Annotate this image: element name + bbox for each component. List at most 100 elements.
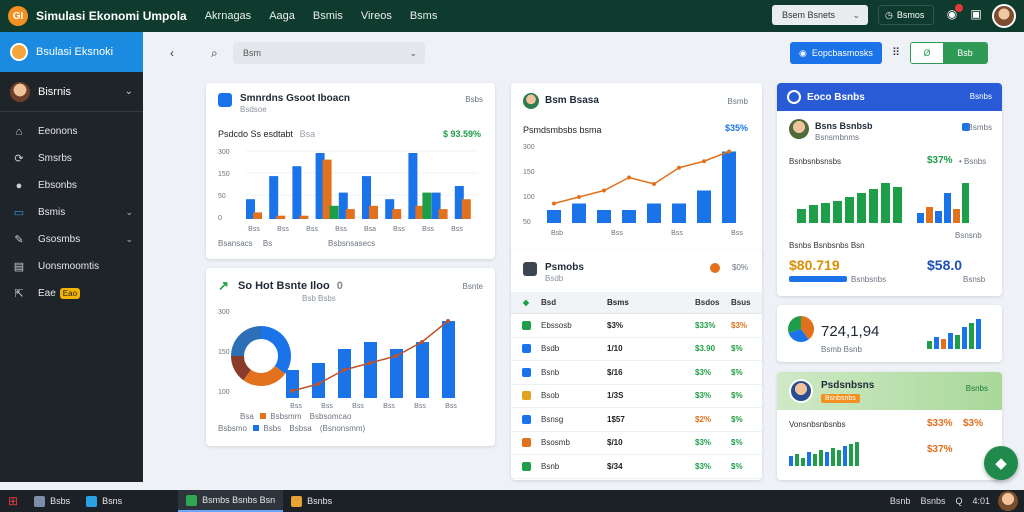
kpi-sub: Bsmb Bsnb [821,345,862,354]
table-row[interactable]: Bsdb 1/10 $3.90 $% [511,338,762,361]
card-footer: Bsnbs Bsnbsnbs Bsn [789,241,865,250]
card-title: Smnrdns Gsoot Iboacn [240,93,351,104]
table-col-header[interactable]: Bsms [607,298,695,307]
tray-item[interactable]: Bsnbs [920,496,945,506]
card-corner-link[interactable]: Bsbs [465,95,483,104]
bar [722,151,736,223]
primary-action-button[interactable]: ◉ Eopcbasmosks [790,42,882,64]
sidebar-item[interactable]: ▤ Uonsmoomtis [0,253,143,280]
sidebar-item[interactable]: ⟳ Smsrbs [0,145,143,172]
status-button[interactable]: ◷ Bsmos [878,5,934,25]
table-row[interactable]: Bsnb $/34 $3% $% [511,455,762,479]
sidebar-item[interactable]: ✎ Gsosmbs ⌄ [0,226,143,253]
table-row[interactable]: Ebssosb $3% $33% $3% [511,314,762,338]
bar [825,452,829,466]
export-icon: ⇱ [14,288,24,300]
card-corner-link[interactable]: Bsmb [728,97,748,106]
top-nav-item[interactable]: Bsms [410,10,438,22]
top-nav-item[interactable]: Akrnagas [205,10,251,22]
filter-icon[interactable]: ◆ [523,298,529,307]
person-name: Bsns Bsnbsb [815,121,873,131]
segmented-toggle[interactable]: Ø Bsb [910,42,988,64]
row-icon [521,320,531,330]
sidebar-item-label: Eae [38,288,56,299]
card-corner-link[interactable]: Bsnte [463,282,483,291]
taskbar-app[interactable]: Bsnbs [283,490,340,512]
taskbar-app[interactable]: Bsmbs Bsnbs Bsn [178,490,284,512]
tray-avatar[interactable] [998,491,1018,511]
table-row[interactable]: Bsnsg 1$57 $2% $% [511,408,762,432]
y-tick-label: 50 [523,219,531,226]
bar [857,193,866,223]
app-icon [34,495,46,507]
table-col-header[interactable]: Bsus [731,298,761,307]
top-nav-item[interactable]: Vireos [361,10,392,22]
bar [837,450,841,466]
table-cell-text: Bsnb [541,367,560,377]
bell-icon[interactable]: ◉ [944,4,963,23]
record-icon: ● [15,179,23,192]
table-cell-text: Ebssosb [541,320,572,330]
avatar[interactable] [992,4,1016,28]
grid-icon[interactable]: ⠿ [892,46,900,59]
table-cell: $% [731,415,761,424]
sidebar-item-badge: Eao [59,288,81,299]
taskbar-app[interactable]: Bsbs [26,490,78,512]
sidebar-item[interactable]: ⇱ Eae Eao [0,280,143,307]
x-tick-label: Bss [277,226,289,233]
tray-item[interactable]: Q [955,496,962,506]
taskbar: ⊞ Bsbs Bsns Bsmbs Bsnbs Bsn Bsnbs Bsnb Bsnbs… [0,490,1024,512]
chat-fab-button[interactable]: ◆ [984,446,1018,480]
table-col-header[interactable]: Bsdos [695,298,731,307]
legend-e: Bsbs [263,424,282,433]
table-cell-text: $/10 [607,438,623,448]
point [552,201,556,206]
search-input[interactable]: Bsm ⌄ [233,42,425,64]
pie-chart [788,316,814,342]
seg-option-b[interactable]: Bsb [943,43,987,63]
taskbar-app[interactable]: Bsns [78,490,130,512]
back-arrow-icon[interactable]: ‹ [170,46,174,60]
bar [622,210,636,223]
x-tick-label: Bsa [364,226,376,233]
table-row[interactable]: Bsob 1/3S $3% $% [511,385,762,408]
sidebar-header[interactable]: Bsulasi Eksnoki [0,32,143,72]
x-tick-label: Bss [335,226,347,233]
primary-action-label: Eopcbasmosks [811,48,873,58]
sidebar-item[interactable]: ⌂ Eeonons [0,118,143,145]
x-tick-label: Bss [306,226,318,233]
bar [934,337,939,349]
bar [807,452,811,466]
sidebar-items: ⌂ Eeonons ⟳ Smsrbs ● Ebsonbs ▭ Bsmis ⌄ ✎ Gsosmbs ⌄ ▤… [0,118,143,307]
table-cell-text: $/34 [607,461,623,471]
chart-label: Bsnsnb [955,231,982,240]
table-cell-text: $3% [695,461,712,471]
table-col-header[interactable]: Bsd [541,298,607,307]
card-kpi: 724,1,94 Bsmb Bsnb [777,305,1002,362]
seg-option-a[interactable]: Ø [911,43,943,63]
sidebar-user[interactable]: Bisrnis ⌄ [0,72,143,112]
table-row[interactable]: Bsnb $/16 $3% $% [511,361,762,385]
point [342,368,346,372]
tray-item[interactable]: Bsnb [890,496,911,506]
bar [461,199,471,219]
table-cell: $/16 [607,368,695,377]
table-cell: Bsnb [541,368,607,377]
bar [547,210,561,223]
avatar [789,119,809,139]
footer-left: Bsansacs [218,239,253,248]
toggle-label[interactable]: Bsmbs [968,123,992,132]
card-metric-value: $ 93.59% [442,129,481,139]
top-search-dropdown[interactable]: Bsem Bsnets ⌄ [772,5,868,25]
search-icon[interactable]: ⌕ [211,46,218,61]
top-nav-item[interactable]: Aaga [269,10,295,22]
table-row[interactable]: Bsosmb $/10 $3% $% [511,432,762,455]
y-tick-label: 100 [218,389,230,396]
start-button[interactable]: ⊞ [0,490,26,512]
tray-item[interactable]: 4:01 [972,496,990,506]
lock-icon[interactable]: ▣ [968,7,984,23]
sidebar-item[interactable]: ▭ Bsmis ⌄ [0,199,143,226]
card-corner-link[interactable]: Bsnbs [966,384,988,393]
top-nav-item[interactable]: Bsmis [313,10,343,22]
sidebar-item[interactable]: ● Ebsonbs [0,172,143,199]
